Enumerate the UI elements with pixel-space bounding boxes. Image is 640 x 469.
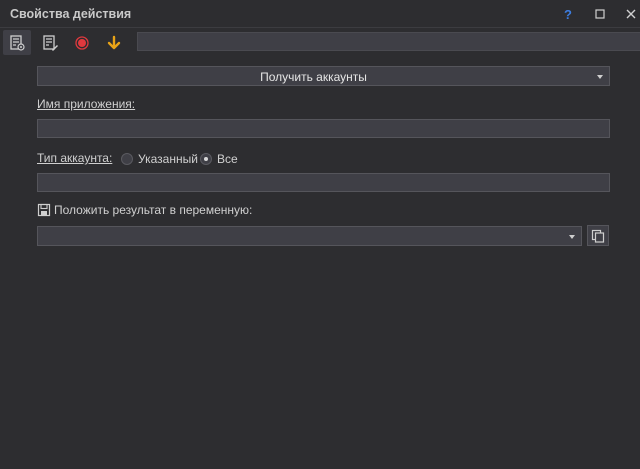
- radio-specified-label: Указанный: [138, 152, 198, 166]
- help-button[interactable]: ?: [558, 4, 578, 24]
- action-select[interactable]: Получить аккаунты: [37, 66, 610, 86]
- action-select-value: Получить аккаунты: [260, 70, 367, 84]
- title-bar: Свойства действия ?: [0, 0, 640, 28]
- maximize-button[interactable]: [590, 4, 610, 24]
- tool-move-down[interactable]: [100, 30, 128, 55]
- radio-all-label: Все: [217, 152, 238, 166]
- chevron-down-icon: [597, 75, 603, 79]
- tool-properties[interactable]: [3, 30, 31, 55]
- document-settings-icon: [10, 34, 25, 51]
- chevron-down-icon: [569, 235, 575, 239]
- account-type-field[interactable]: [37, 173, 610, 192]
- radio-all[interactable]: Все: [200, 152, 238, 166]
- toolbar: [0, 28, 640, 57]
- copy-icon: [591, 229, 605, 243]
- result-label: Положить результат в переменную:: [54, 203, 253, 217]
- copy-variable-button[interactable]: [587, 225, 609, 246]
- tool-edit[interactable]: [36, 30, 64, 55]
- app-name-field[interactable]: [37, 119, 610, 138]
- result-variable-select[interactable]: [37, 226, 582, 246]
- radio-all-circle: [200, 153, 212, 165]
- save-icon: [37, 203, 51, 217]
- arrow-down-icon: [107, 35, 121, 49]
- window-title: Свойства действия: [10, 7, 132, 21]
- close-icon: [626, 9, 636, 19]
- radio-specified-circle: [121, 153, 133, 165]
- close-button[interactable]: [621, 4, 640, 24]
- action-name-input[interactable]: [137, 32, 640, 51]
- tool-record[interactable]: [68, 30, 96, 55]
- document-edit-icon: [43, 34, 58, 51]
- result-label-row: Положить результат в переменную:: [37, 203, 252, 217]
- radio-specified[interactable]: Указанный: [121, 152, 198, 166]
- record-icon: [75, 35, 89, 50]
- maximize-icon: [595, 9, 605, 19]
- account-type-label: Тип аккаунта:: [37, 151, 113, 165]
- app-name-label: Имя приложения:: [37, 97, 136, 111]
